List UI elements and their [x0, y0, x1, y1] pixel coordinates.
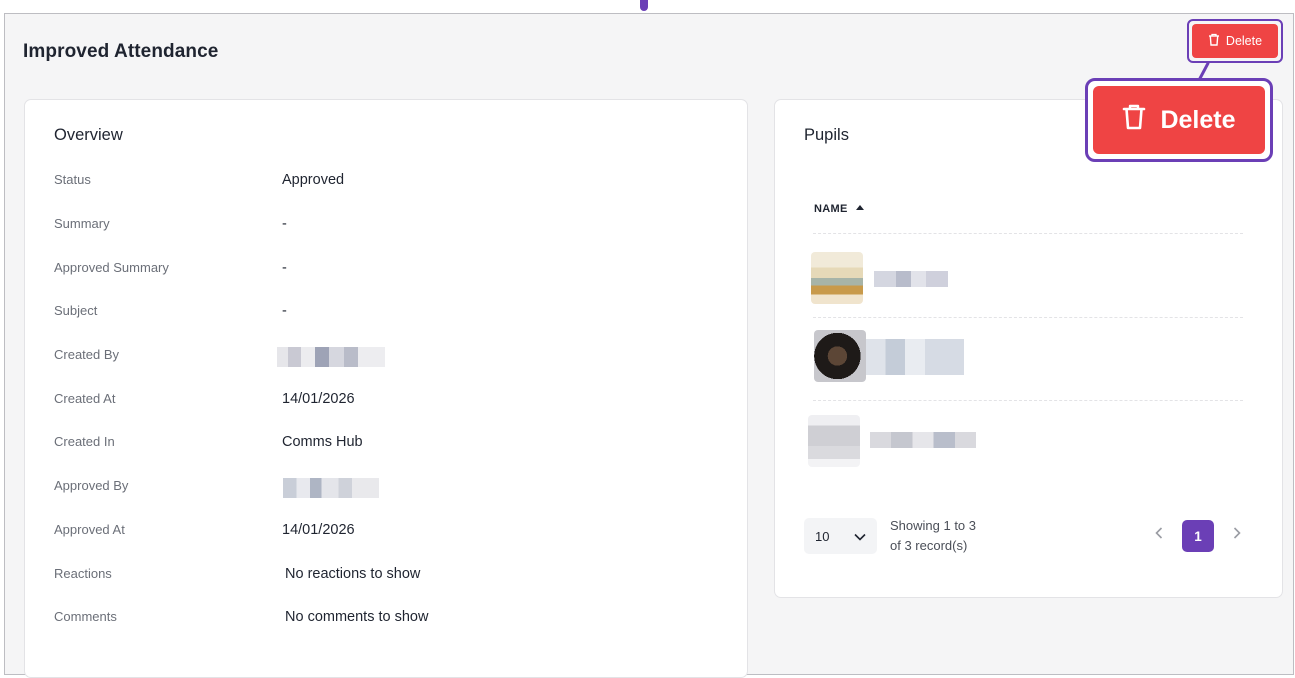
- row-label: Created At: [54, 391, 116, 406]
- name-column-header[interactable]: NAME: [814, 203, 864, 215]
- overview-row-created-in: Created In Comms Hub: [54, 434, 734, 454]
- pupils-card: Pupils NAME 10 Showing 1 to 3 of 3 recor…: [774, 99, 1283, 598]
- row-label: Created In: [54, 434, 115, 449]
- row-label: Summary: [54, 216, 110, 231]
- redacted-creator-name: [277, 347, 385, 367]
- overview-row-reactions: Reactions No reactions to show: [54, 566, 734, 586]
- callout-connector-top: [640, 0, 648, 11]
- redacted-pupil-name: [870, 432, 976, 448]
- overview-row-subject: Subject -: [54, 303, 734, 323]
- avatar: [814, 330, 866, 382]
- per-page-select[interactable]: 10: [804, 518, 877, 554]
- table-divider: [813, 317, 1243, 318]
- column-header-label: NAME: [814, 203, 848, 215]
- row-label: Created By: [54, 347, 120, 362]
- overview-row-created-at: Created At 14/01/2026: [54, 391, 734, 411]
- row-value: Comms Hub: [282, 434, 363, 450]
- row-value: -: [282, 303, 287, 319]
- per-page-value: 10: [815, 528, 830, 544]
- row-label: Approved Summary: [54, 260, 169, 275]
- trash-icon: [1208, 33, 1220, 49]
- redacted-pupil-name: [866, 339, 964, 375]
- overview-row-status: Status Approved: [54, 172, 734, 192]
- sort-ascending-icon: [855, 205, 864, 210]
- row-label: Reactions: [54, 566, 112, 581]
- overview-row-summary: Summary -: [54, 216, 734, 236]
- row-label: Subject: [54, 303, 98, 318]
- row-label: Status: [54, 172, 91, 187]
- redacted-pupil-name: [874, 271, 948, 287]
- delete-button[interactable]: Delete: [1192, 24, 1278, 58]
- table-row[interactable]: [808, 247, 1248, 307]
- table-divider: [813, 233, 1243, 234]
- trash-icon: [1122, 103, 1146, 137]
- delete-button-magnified: Delete: [1093, 86, 1265, 154]
- avatar: [808, 415, 860, 467]
- row-value: -: [282, 216, 287, 232]
- avatar: [811, 252, 863, 304]
- overview-row-comments: Comments No comments to show: [54, 609, 734, 629]
- row-value: No reactions to show: [285, 566, 421, 582]
- delete-button-highlight: Delete: [1187, 19, 1283, 63]
- table-row[interactable]: [808, 325, 1248, 385]
- showing-line-1: Showing 1 to 3: [890, 518, 977, 533]
- delete-callout-label: Delete: [1160, 105, 1236, 134]
- delete-button-callout: Delete: [1085, 78, 1273, 162]
- row-label: Approved At: [54, 522, 125, 537]
- showing-line-2: of 3 record(s): [890, 538, 968, 553]
- row-value: -: [282, 260, 287, 276]
- overview-title: Overview: [54, 126, 123, 144]
- row-label: Comments: [54, 609, 117, 624]
- pupils-title: Pupils: [804, 126, 849, 144]
- overview-card: Overview Status Approved Summary - Appro…: [24, 99, 748, 678]
- overview-row-approved-summary: Approved Summary -: [54, 260, 734, 280]
- page-1-button[interactable]: 1: [1182, 520, 1214, 552]
- previous-page-button[interactable]: [1150, 526, 1168, 544]
- overview-row-created-by: Created By: [54, 347, 734, 367]
- overview-row-approved-at: Approved At 14/01/2026: [54, 522, 734, 542]
- showing-records-text: Showing 1 to 3 of 3 record(s): [890, 516, 1000, 556]
- chevron-right-icon: [1233, 526, 1241, 544]
- chevron-left-icon: [1155, 526, 1163, 544]
- chevron-down-icon: [854, 529, 866, 544]
- row-value: No comments to show: [285, 609, 429, 625]
- row-value: 14/01/2026: [282, 522, 355, 538]
- redacted-approver-name: [283, 478, 379, 498]
- overview-row-approved-by: Approved By: [54, 478, 734, 498]
- table-divider: [813, 400, 1243, 401]
- page-title: Improved Attendance: [23, 41, 219, 62]
- delete-button-label: Delete: [1225, 34, 1263, 48]
- table-row[interactable]: [808, 410, 1248, 470]
- row-label: Approved By: [54, 478, 129, 493]
- row-value: Approved: [282, 172, 345, 188]
- next-page-button[interactable]: [1228, 526, 1246, 544]
- row-value: 14/01/2026: [282, 391, 355, 407]
